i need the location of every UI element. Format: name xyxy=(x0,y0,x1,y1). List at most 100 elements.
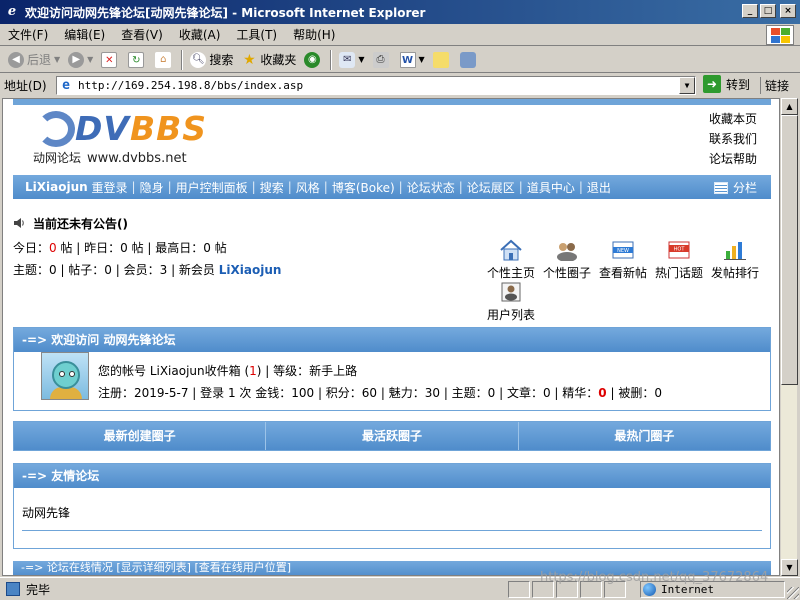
logo-brand-main: DV xyxy=(75,109,130,148)
links-button[interactable]: 链接 xyxy=(760,77,789,94)
dvbbs-logo[interactable]: DVBBS 动网论坛 www.dvbbs.net xyxy=(27,107,207,167)
quick-post-ranking[interactable]: 发帖排行 xyxy=(707,239,763,281)
quick-circle[interactable]: 个性圈子 xyxy=(539,239,595,281)
new-badge-icon: NEW xyxy=(612,241,634,259)
back-dropdown-icon[interactable]: ▼ xyxy=(54,55,60,64)
user-avatar[interactable] xyxy=(41,352,89,400)
nav-blog[interactable]: 博客(Boke) xyxy=(332,179,395,196)
forum-navbar: LiXiaojun 重登录 | 隐身 | 用户控制面板 | 搜索 | 风格 | 博客(Bo… xyxy=(13,175,771,199)
go-button[interactable]: ➜ 转到 xyxy=(703,75,750,93)
logo-text: DVBBS xyxy=(75,109,207,148)
logo-site: www.dvbbs.net xyxy=(87,151,187,166)
circle-tabs: 最新创建圈子 最活跃圈子 最热门圈子 xyxy=(13,421,771,451)
favorites-label: 收藏夹 xyxy=(260,53,297,67)
word-edit-icon: W xyxy=(399,51,416,68)
stop-button[interactable]: ✕ xyxy=(97,49,124,71)
maximize-button[interactable]: □ xyxy=(760,4,776,18)
nav-logout[interactable]: 退出 xyxy=(587,179,611,196)
nav-style[interactable]: 风格 xyxy=(296,179,320,196)
inbox-count[interactable]: 1 xyxy=(249,364,257,378)
print-button[interactable]: ⎙ xyxy=(369,49,396,71)
menu-help[interactable]: 帮助(H) xyxy=(285,26,343,43)
menu-view[interactable]: 查看(V) xyxy=(113,26,171,43)
stat-today-label: 今日： xyxy=(13,241,50,255)
quick-new-posts-label: 查看新帖 xyxy=(598,266,647,280)
menu-file[interactable]: 文件(F) xyxy=(0,26,56,43)
nav-relogin[interactable]: 重登录 xyxy=(92,179,128,196)
friends-divider xyxy=(22,530,762,531)
discuss-button[interactable] xyxy=(429,49,456,71)
forward-dropdown-icon[interactable]: ▼ xyxy=(87,55,93,64)
top-links: 收藏本页 联系我们 论坛帮助 xyxy=(709,109,757,169)
nav-user-panel[interactable]: 用户控制面板 xyxy=(176,179,248,196)
close-button[interactable]: × xyxy=(780,4,796,18)
split-view-icon xyxy=(713,181,728,194)
nav-forum-status[interactable]: 论坛状态 xyxy=(407,179,455,196)
favorites-button[interactable]: ★ 收藏夹 xyxy=(237,49,300,71)
quick-hot-topics-label: 热门话题 xyxy=(654,266,703,280)
address-bar: 地址(D) e http://169.254.198.8/bbs/index.a… xyxy=(0,74,800,97)
menu-tools[interactable]: 工具(T) xyxy=(228,26,285,43)
search-button[interactable]: 🔍︎ 搜索 xyxy=(186,49,237,71)
split-view-button[interactable]: 分栏 xyxy=(713,179,757,196)
search-icon: 🔍︎ xyxy=(190,51,207,68)
quick-user-list[interactable]: 用户列表 xyxy=(483,281,539,323)
tab-newest-circles[interactable]: 最新创建圈子 xyxy=(14,422,267,450)
bar-chart-icon xyxy=(724,242,746,260)
stat-text: 帖 xyxy=(210,241,227,255)
stat-text: 帖 | 昨日： xyxy=(56,241,121,255)
tab-hot-circles[interactable]: 最热门圈子 xyxy=(519,422,770,450)
forward-button[interactable]: ▶ ▼ xyxy=(64,49,97,71)
toolbar-separator xyxy=(181,49,184,70)
ie-logo-icon: e xyxy=(7,4,17,19)
top-stripe xyxy=(13,99,771,105)
refresh-icon: ↻ xyxy=(128,51,145,68)
member-stats: 主题：0 | 帖子：0 | 会员：3 | 新会员 LiXiaojun xyxy=(13,261,281,278)
address-url: http://169.254.198.8/bbs/index.asp xyxy=(78,79,304,92)
minimize-button[interactable]: _ xyxy=(742,4,758,18)
resize-grip-icon[interactable] xyxy=(787,587,799,599)
discuss-icon xyxy=(432,51,449,68)
link-help[interactable]: 论坛帮助 xyxy=(709,149,757,169)
vertical-scrollbar[interactable]: ▲ ▼ xyxy=(780,98,798,576)
scroll-up-icon[interactable]: ▲ xyxy=(781,98,798,115)
print-icon: ⎙ xyxy=(372,51,389,68)
back-button[interactable]: ◀ 后退 ▼ xyxy=(4,49,64,71)
edit-dropdown-icon[interactable]: ▼ xyxy=(419,55,425,64)
quick-homepage[interactable]: 个性主页 xyxy=(483,239,539,281)
friend-link[interactable]: 动网先锋 xyxy=(22,504,70,521)
mail-button[interactable]: ✉ ▼ xyxy=(335,49,368,71)
menu-favorites[interactable]: 收藏(A) xyxy=(171,26,229,43)
menu-bar: 文件(F) 编辑(E) 查看(V) 收藏(A) 工具(T) 帮助(H) xyxy=(0,24,800,46)
avatar-head xyxy=(52,361,80,389)
nav-forum-gallery[interactable]: 论坛展区 xyxy=(467,179,515,196)
link-contact[interactable]: 联系我们 xyxy=(709,129,757,149)
quick-homepage-label: 个性主页 xyxy=(486,266,535,280)
messenger-button[interactable] xyxy=(456,49,483,71)
home-button[interactable]: ⌂ xyxy=(151,49,178,71)
quick-new-posts[interactable]: NEW 查看新帖 xyxy=(595,239,651,281)
edit-button[interactable]: W ▼ xyxy=(396,49,429,71)
mail-dropdown-icon[interactable]: ▼ xyxy=(358,55,364,64)
nav-items-center[interactable]: 道具中心 xyxy=(527,179,575,196)
search-label: 搜索 xyxy=(209,53,234,67)
quick-hot-topics[interactable]: HOT 热门话题 xyxy=(651,239,707,281)
windows-logo-icon xyxy=(766,25,794,45)
nav-search[interactable]: 搜索 xyxy=(260,179,284,196)
menu-edit[interactable]: 编辑(E) xyxy=(56,26,113,43)
avatar-eye xyxy=(69,371,75,377)
avatar-eye xyxy=(59,371,65,377)
link-bookmark[interactable]: 收藏本页 xyxy=(709,109,757,129)
refresh-button[interactable]: ↻ xyxy=(124,49,151,71)
scroll-down-icon[interactable]: ▼ xyxy=(781,559,798,576)
toolbar-separator xyxy=(330,49,333,70)
new-member-link[interactable]: LiXiaojun xyxy=(219,263,282,277)
tab-active-circles[interactable]: 最活跃圈子 xyxy=(266,422,519,450)
nav-hide[interactable]: 隐身 xyxy=(140,179,164,196)
logo-swoosh-icon xyxy=(37,111,75,147)
address-input[interactable]: e http://169.254.198.8/bbs/index.asp ▼ xyxy=(56,76,696,95)
scroll-thumb[interactable] xyxy=(781,115,798,385)
address-dropdown-icon[interactable]: ▼ xyxy=(679,77,695,94)
media-button[interactable]: ◉ xyxy=(300,49,327,71)
nav-username[interactable]: LiXiaojun xyxy=(25,180,88,194)
